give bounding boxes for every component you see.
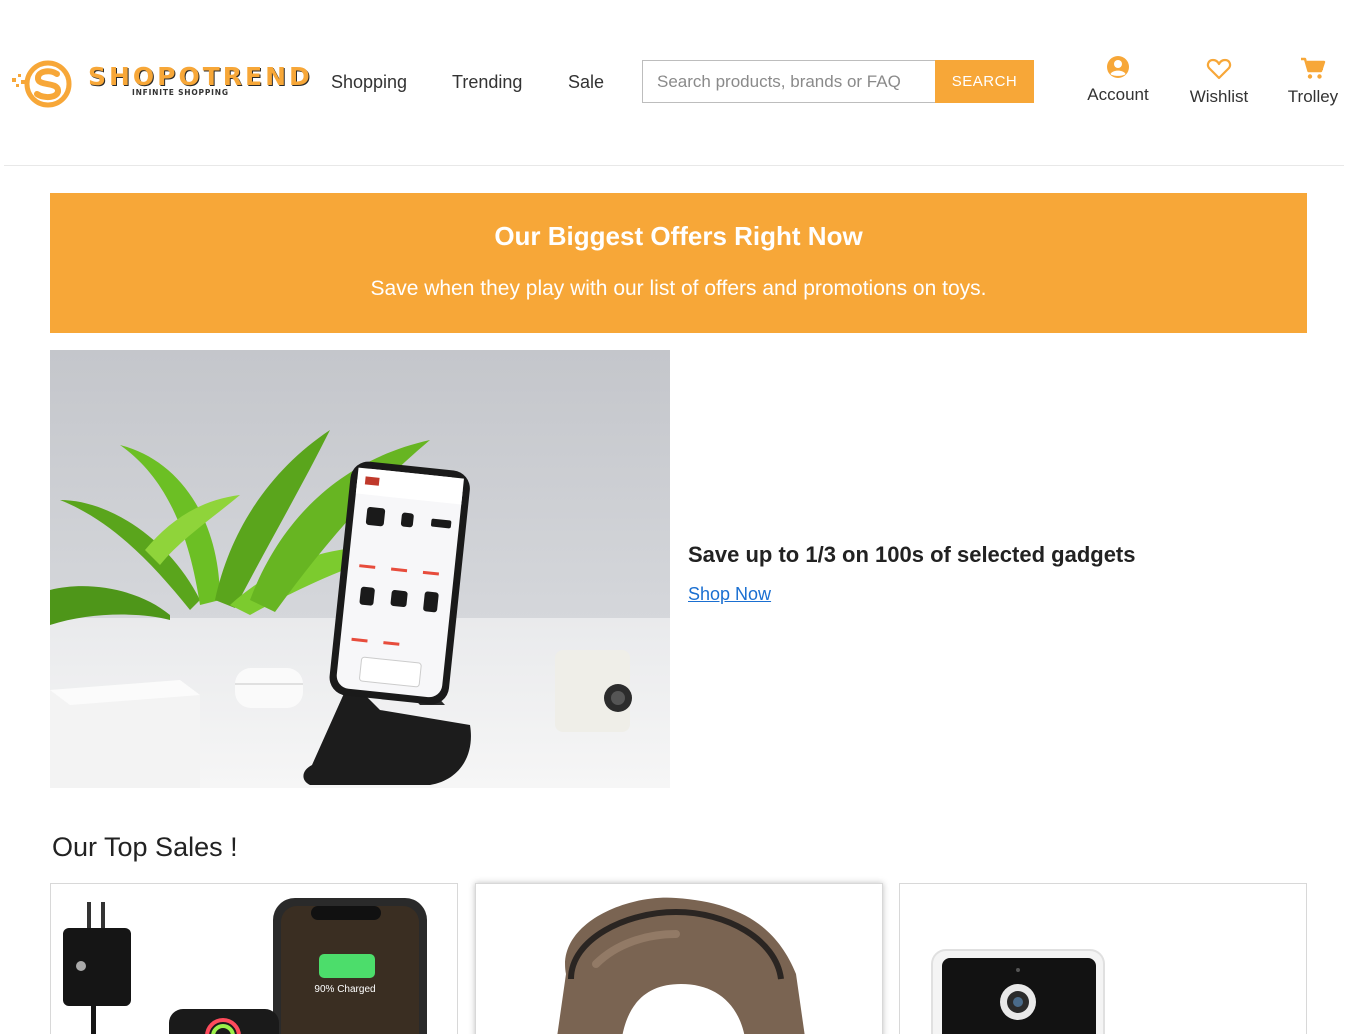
- wishlist-button[interactable]: Wishlist: [1182, 57, 1256, 107]
- cart-icon: [1301, 57, 1326, 79]
- product-card[interactable]: [475, 883, 883, 1034]
- wishlist-label: Wishlist: [1189, 87, 1249, 106]
- account-label: Account: [1087, 85, 1149, 104]
- banner-title: Our Biggest Offers Right Now: [494, 221, 863, 251]
- nav-sale[interactable]: Sale: [568, 72, 604, 93]
- brand-tagline: INFINITE SHOPPING: [132, 88, 229, 97]
- account-icon: [1107, 56, 1129, 78]
- security-camera-image: [931, 949, 1105, 1034]
- search-bar: SEARCH: [642, 60, 1034, 103]
- promo-image[interactable]: [50, 350, 670, 788]
- heart-icon: [1206, 58, 1232, 80]
- promo-title: Save up to 1/3 on 100s of selected gadge…: [688, 542, 1136, 567]
- trolley-button[interactable]: Trolley: [1280, 57, 1346, 107]
- product-card[interactable]: [899, 883, 1307, 1034]
- nav-shopping[interactable]: Shopping: [331, 72, 407, 93]
- search-input[interactable]: [642, 60, 936, 103]
- header-divider: [4, 165, 1344, 166]
- phone-on-stand-image: [50, 350, 670, 788]
- offers-banner: Our Biggest Offers Right Now Save when t…: [50, 193, 1307, 333]
- top-sales-title: Our Top Sales !: [52, 832, 238, 862]
- brand-logo[interactable]: SHOPOTREND INFINITE SHOPPING: [10, 58, 310, 110]
- account-button[interactable]: Account: [1080, 55, 1156, 105]
- logo-mark-icon: [12, 60, 72, 108]
- nav-trending[interactable]: Trending: [452, 72, 522, 93]
- product-card[interactable]: 90% Charged: [50, 883, 458, 1034]
- charger-and-phone-image: 90% Charged: [63, 898, 427, 1034]
- search-button[interactable]: SEARCH: [935, 60, 1034, 103]
- battery-text: 90% Charged: [314, 984, 375, 995]
- trolley-label: Trolley: [1287, 87, 1339, 106]
- shop-now-link[interactable]: Shop Now: [688, 584, 771, 605]
- travel-pillow-image: [557, 897, 805, 1034]
- brand-name: SHOPOTREND: [88, 62, 313, 91]
- banner-subtitle: Save when they play with our list of off…: [370, 277, 987, 300]
- site-header: SHOPOTREND INFINITE SHOPPING Shopping Tr…: [0, 0, 1352, 166]
